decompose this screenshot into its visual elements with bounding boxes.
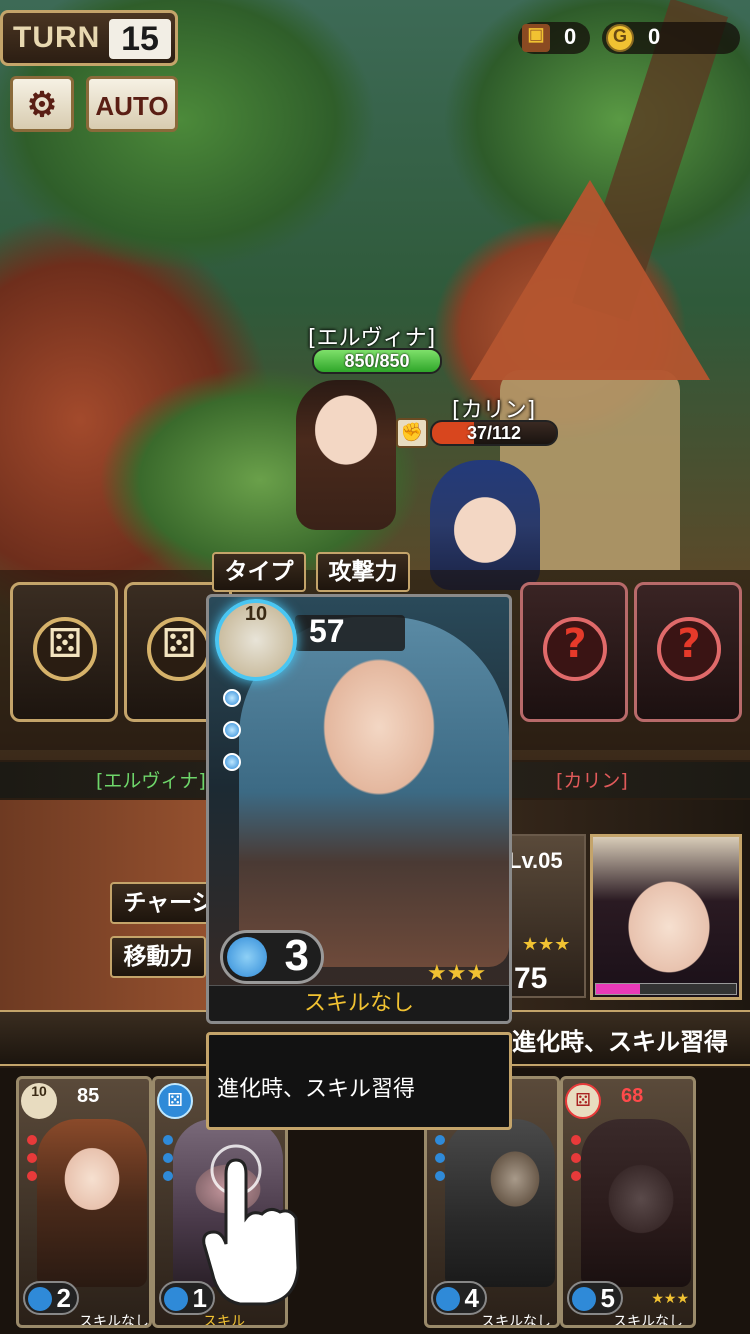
dice-icon: ⚄ [33,617,97,681]
charge-pip [223,753,241,771]
turn-counter: TURN 15 [0,10,178,66]
fist-icon: ✊ [396,418,428,448]
coin-count: 0 [648,24,661,49]
card-value: 85 [77,1085,100,1107]
enemy-card-value: 75 [514,962,548,995]
enemy-card-level: Lv.05 [508,848,563,873]
enemy-portrait [590,834,742,1000]
question-icon: ? [543,617,607,681]
enemy-portrait-gauge [595,983,737,995]
hand-card-4[interactable]: ⚄ 68 5 ★★★ スキルなし [560,1076,696,1328]
ally-band-name: [エルヴィナ] [96,770,206,792]
blue-pip [435,1135,445,1145]
card-skill: スキルなし [79,1314,149,1328]
red-pip [571,1171,581,1181]
blue-pip [435,1171,445,1181]
auto-button[interactable]: AUTO [86,76,178,132]
red-pip [27,1171,37,1181]
blue-pip [163,1135,173,1145]
ally-hp-text: 850/850 [344,351,410,371]
ally-card-slot-1[interactable]: ⚄ [10,582,118,722]
move-value: 5 [600,1283,615,1313]
enemy-card-preview[interactable]: Lv.05 ★★★ 75 [500,834,586,998]
dice-icon: ⚄ [157,1083,193,1119]
blue-pip [163,1171,173,1181]
chest-counter: ▣ 0 [518,22,590,54]
dice-icon: ⚄ [147,617,211,681]
card-description: 進化時、スキル習得 [206,1032,512,1130]
enemy-gauge-fill [596,984,640,994]
treasure-chest-icon: ▣ [522,24,550,52]
move-badge: 5 [567,1281,623,1315]
move-value: 2 [56,1283,71,1313]
card-art [581,1119,691,1287]
ally-hp-bar: 850/850 [312,348,442,374]
settings-button[interactable]: ⚙ [10,76,74,132]
move-badge: 4 [431,1281,487,1315]
red-pip [27,1153,37,1163]
ally-character-sprite[interactable] [296,380,396,530]
enemy-band-name: [カリン] [556,770,628,792]
red-pip [571,1153,581,1163]
turn-label: TURN [13,21,101,54]
coin-counter: G 0 [602,22,740,54]
cost-emblem: 10 [215,599,297,681]
enemy-card-stars: ★★★ [522,934,571,955]
enemy-hp-text: 37/112 [466,423,522,443]
attack-value: 57 [309,613,345,649]
card-skill: スキルなし [481,1314,551,1328]
card-value: 68 [621,1085,644,1107]
enemy-card-slot-2[interactable]: ? [634,582,742,722]
blue-pip [435,1153,445,1163]
move-value: 4 [464,1283,479,1313]
blue-pip [163,1153,173,1163]
card-skill-name: スキルなし [209,985,509,1021]
dice-icon: ⚄ [565,1083,601,1119]
skill-band-text: 進化時、スキル習得 [512,1028,728,1056]
move-badge: 2 [23,1281,79,1315]
move-power-badge: 3 [220,930,324,984]
rarity-stars: ★★★ [427,961,487,986]
card-skill: スキル [203,1314,245,1328]
coin-icon: G [606,24,634,52]
tower-roof [470,180,710,380]
chest-count: 0 [564,24,577,49]
card-skill: スキルなし [613,1314,683,1328]
attack-tag: 攻撃力 [316,552,410,592]
card-art [445,1119,555,1287]
hand-card-1[interactable]: 10 85 2 スキルなし [16,1076,152,1328]
enemy-hp-bar: 37/112 [430,420,558,446]
turn-number: 15 [109,19,171,59]
enemy-card-slot-1[interactable]: ? [520,582,628,722]
cost-badge: 10 [21,1083,57,1119]
question-icon: ? [657,617,721,681]
type-tag: タイプ [212,552,306,592]
charge-pip [223,689,241,707]
move-power-label: 移動力 [110,936,206,978]
gear-icon: ⚙ [26,86,58,124]
charge-pip [223,721,241,739]
move-power-value: 3 [284,931,309,980]
card-stars: ★★★ [651,1291,689,1307]
card-description-text: 進化時、スキル習得 [217,1077,416,1102]
red-pip [27,1135,37,1145]
red-pip [571,1135,581,1145]
card-art [37,1119,147,1287]
tap-hand-icon [202,1144,300,1306]
